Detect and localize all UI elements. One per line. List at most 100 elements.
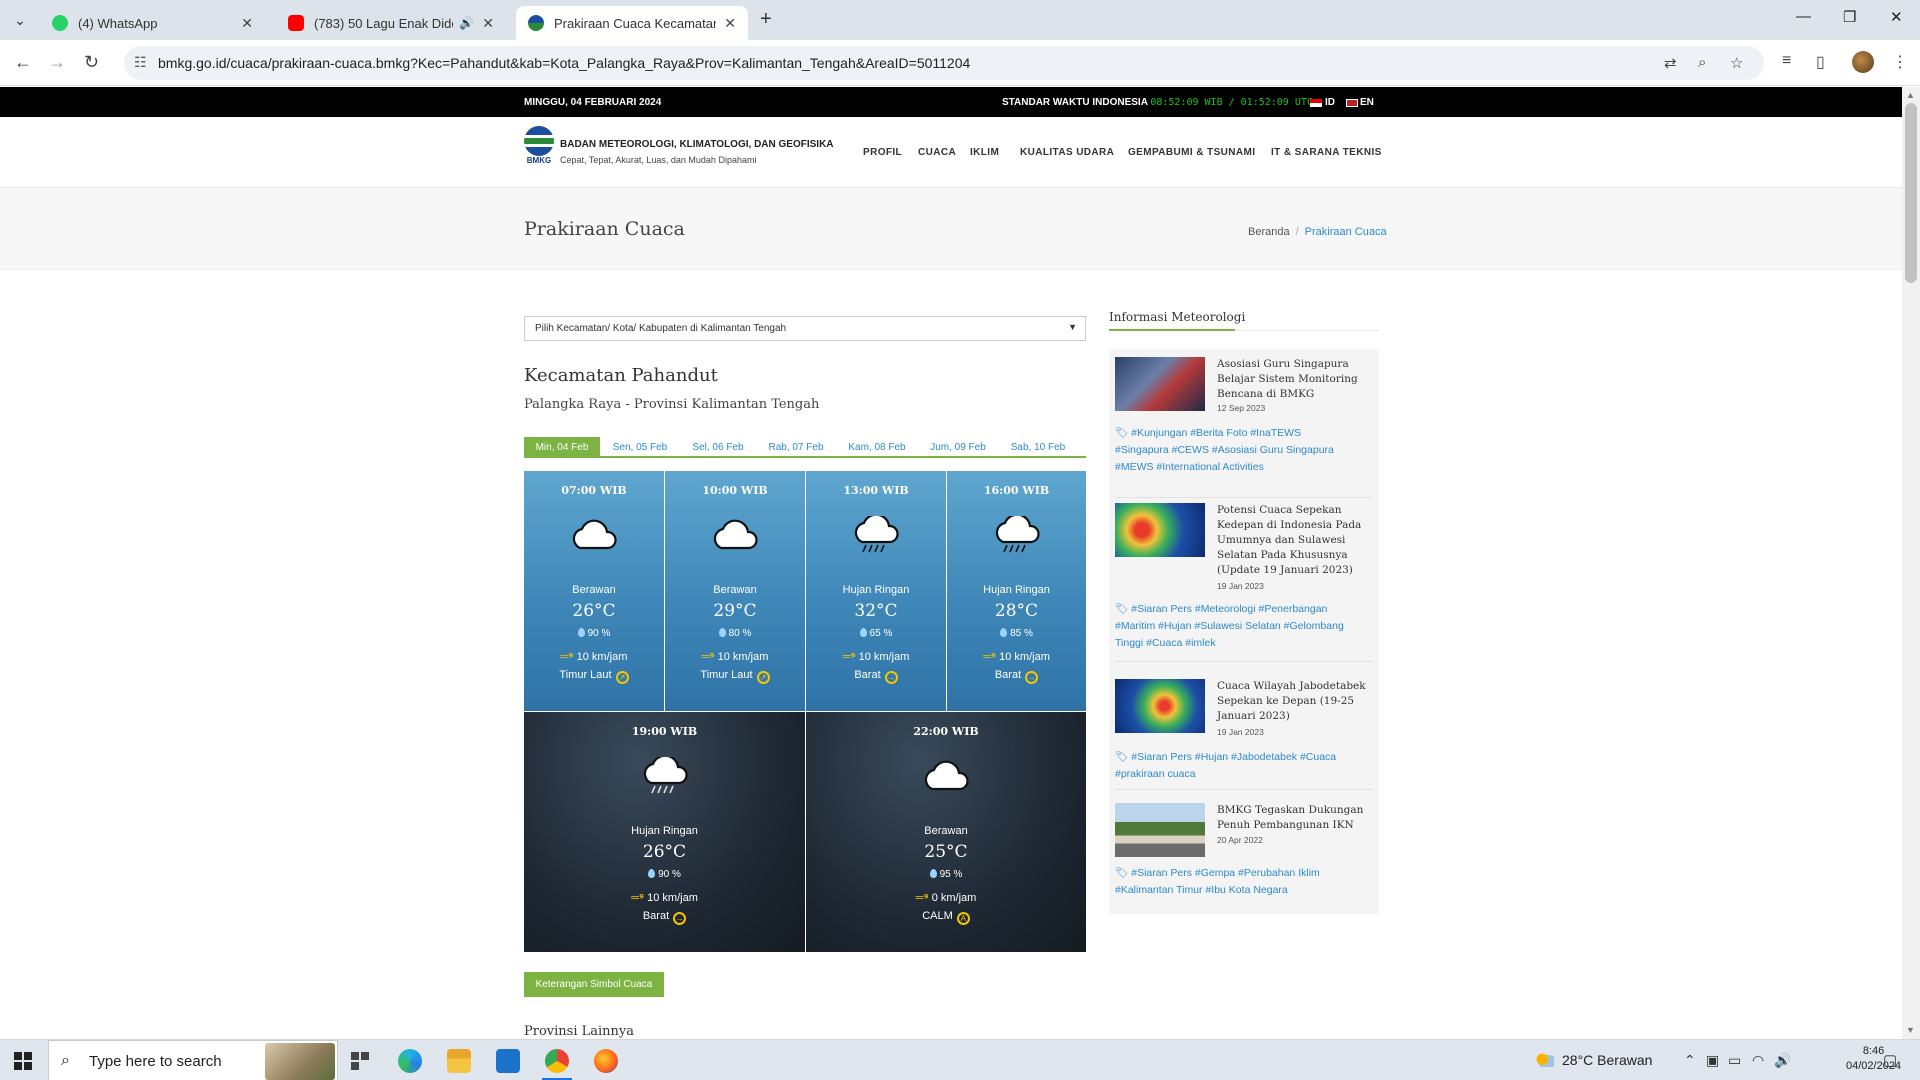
notification-icon[interactable]: ▢	[1883, 1051, 1897, 1069]
reload-icon[interactable]: ↻	[84, 52, 99, 73]
day-tab-3[interactable]: Rab, 07 Feb	[756, 437, 836, 458]
close-tab-icon[interactable]: ✕	[241, 15, 253, 32]
forecast-card-0[interactable]: 07:00 WIB Berawan 26°C 90 % ═⁹ 10 km/jam …	[524, 471, 664, 711]
tray-chevron-icon[interactable]: ⌃	[1684, 1052, 1696, 1069]
display-icon[interactable]: ▭	[1728, 1052, 1741, 1069]
flag-en-icon	[1346, 98, 1358, 107]
wifi-icon[interactable]: ◠	[1752, 1052, 1764, 1069]
cloud-icon	[924, 760, 969, 791]
omnibox[interactable]: ☷ bmkg.go.id/cuaca/prakiraan-cuaca.bmkg?…	[124, 46, 1764, 80]
bmkg-logo[interactable]: BMKG	[524, 126, 554, 166]
new-tab-icon[interactable]: +	[760, 8, 772, 31]
news-thumbnail[interactable]	[1115, 803, 1205, 857]
restore-icon[interactable]: ❐	[1843, 8, 1856, 26]
other-provinces-heading: Provinsi Lainnya	[524, 1024, 635, 1039]
menu-cuaca[interactable]: CUACA	[918, 147, 956, 158]
current-date: MINGGU, 04 FEBRUARI 2024	[524, 97, 662, 108]
rain-cloud-icon	[643, 757, 688, 794]
taskbar-search[interactable]: ⌕ Type here to search	[48, 1040, 338, 1080]
day-tab-2[interactable]: Sel, 06 Feb	[680, 437, 756, 458]
file-explorer-icon[interactable]	[447, 1049, 471, 1073]
zoom-icon[interactable]: ⌕	[1698, 54, 1706, 71]
news-item-3[interactable]: BMKG Tegaskan Dukungan Penuh Pembangunan…	[1115, 803, 1373, 913]
tag-icon: 🏷	[1115, 751, 1132, 763]
mail-icon[interactable]	[496, 1049, 520, 1073]
brand-tagline: Cepat, Tepat, Akurat, Luas, dan Mudah Di…	[560, 155, 757, 165]
news-title[interactable]: Asosiasi Guru Singapura Belajar Sistem M…	[1217, 357, 1373, 402]
wind-direction-icon: ↗	[615, 671, 629, 684]
news-title[interactable]: Potensi Cuaca Sepekan Kedepan di Indones…	[1217, 503, 1373, 578]
edge-icon[interactable]	[398, 1049, 422, 1073]
weather-symbol-legend-button[interactable]: Keterangan Simbol Cuaca	[524, 972, 664, 997]
breadcrumb-current[interactable]: Prakiraan Cuaca	[1305, 226, 1387, 238]
news-title[interactable]: Cuaca Wilayah Jabodetabek Sepekan ke Dep…	[1217, 679, 1373, 724]
scrollbar-thumb[interactable]	[1905, 103, 1917, 283]
close-tab-icon[interactable]: ✕	[482, 15, 494, 32]
forecast-card-2[interactable]: 13:00 WIB Hujan Ringan 32°C 65 % ═⁹ 10 km…	[806, 471, 946, 711]
menu-profil[interactable]: PROFIL	[863, 147, 902, 158]
forecast-card-3[interactable]: 16:00 WIB Hujan Ringan 28°C 85 % ═⁹ 10 km…	[947, 471, 1086, 711]
windows-start-icon[interactable]	[14, 1052, 32, 1070]
tab-bmkg[interactable]: Prakiraan Cuaca Kecamatan Pahandut ✕	[516, 6, 748, 40]
day-tab-1[interactable]: Sen, 05 Feb	[600, 437, 680, 458]
firefox-icon[interactable]	[594, 1049, 618, 1073]
top-info-bar: MINGGU, 04 FEBRUARI 2024 STANDAR WAKTU I…	[0, 87, 1902, 117]
news-thumbnail[interactable]	[1115, 679, 1205, 733]
wind-icon: ═⁹	[915, 892, 929, 904]
menu-gempabumi[interactable]: GEMPABUMI & TSUNAMI	[1128, 147, 1255, 158]
forecast-card-5[interactable]: 22:00 WIB Berawan 25°C 95 % ═⁹ 0 km/jam C…	[806, 712, 1086, 952]
news-date: 20 Apr 2022	[1217, 835, 1263, 845]
volume-icon[interactable]: 🔊	[1774, 1052, 1791, 1069]
meet-icon[interactable]: ▣	[1706, 1052, 1719, 1069]
day-tab-4[interactable]: Kam, 08 Feb	[836, 437, 918, 458]
site-info-icon[interactable]: ☷	[134, 54, 147, 71]
tab-whatsapp[interactable]: (4) WhatsApp ✕	[40, 6, 265, 40]
day-tab-5[interactable]: Jum, 09 Feb	[918, 437, 998, 458]
translate-icon[interactable]: ⇄	[1664, 54, 1677, 72]
news-date: 19 Jan 2023	[1217, 581, 1264, 591]
chrome-icon[interactable]	[545, 1049, 569, 1073]
rain-cloud-icon	[854, 516, 899, 553]
close-tab-icon[interactable]: ✕	[724, 15, 736, 32]
menu-it-sarana[interactable]: IT & SARANA TEKNIS	[1271, 147, 1382, 158]
more-menu-icon[interactable]: ⋮	[1892, 52, 1908, 72]
news-item-1[interactable]: Potensi Cuaca Sepekan Kedepan di Indones…	[1115, 503, 1373, 673]
speaker-icon[interactable]: 🔊	[459, 16, 474, 30]
menu-kualitas-udara[interactable]: KUALITAS UDARA	[1020, 147, 1114, 158]
news-thumbnail[interactable]	[1115, 503, 1205, 557]
menu-iklim[interactable]: IKLIM	[970, 147, 999, 158]
news-item-0[interactable]: Asosiasi Guru Singapura Belajar Sistem M…	[1115, 357, 1373, 507]
day-tab-6[interactable]: Sab, 10 Feb	[998, 437, 1078, 458]
news-thumbnail[interactable]	[1115, 357, 1205, 411]
humidity-drop-icon	[577, 628, 585, 637]
lang-en[interactable]: EN	[1346, 97, 1374, 108]
scroll-down-icon[interactable]: ▼	[1906, 1025, 1915, 1035]
news-tags: 🏷 #Siaran Pers #Hujan #Jabodetabek #Cuac…	[1115, 751, 1337, 780]
bookmark-star-icon[interactable]: ☆	[1730, 54, 1743, 72]
media-control-icon[interactable]: ≡	[1782, 52, 1791, 70]
forecast-card-4[interactable]: 19:00 WIB Hujan Ringan 26°C 90 % ═⁹ 10 km…	[524, 712, 805, 952]
forward-icon[interactable]: →	[48, 52, 66, 73]
close-window-icon[interactable]: ✕	[1890, 8, 1903, 26]
news-item-2[interactable]: Cuaca Wilayah Jabodetabek Sepekan ke Dep…	[1115, 679, 1373, 797]
back-icon[interactable]: ←	[14, 52, 32, 73]
tab-youtube[interactable]: (783) 50 Lagu Enak Didengar 🔊 ✕	[276, 6, 506, 40]
location-select[interactable]: Pilih Kecamatan/ Kota/ Kabupaten di Kali…	[524, 316, 1086, 341]
profile-avatar[interactable]	[1852, 51, 1874, 73]
task-view-icon[interactable]	[348, 1049, 372, 1073]
brand-name: BADAN METEOROLOGI, KLIMATOLOGI, DAN GEOF…	[560, 139, 834, 150]
tab-search-icon[interactable]: ⌄	[8, 8, 32, 32]
page-scrollbar[interactable]: ▲ ▼	[1902, 87, 1920, 1039]
lang-id[interactable]: ID	[1310, 97, 1335, 108]
breadcrumb-home[interactable]: Beranda	[1248, 226, 1290, 238]
page-title: Prakiraan Cuaca	[524, 218, 685, 240]
side-panel-icon[interactable]: ▯	[1816, 52, 1825, 72]
forecast-card-1[interactable]: 10:00 WIB Berawan 29°C 80 % ═⁹ 10 km/jam …	[665, 471, 805, 711]
rain-cloud-icon	[995, 516, 1040, 553]
day-tab-0[interactable]: Min, 04 Feb	[524, 437, 600, 458]
taskbar-weather[interactable]: 28°C Berawan	[1536, 1052, 1652, 1068]
scroll-up-icon[interactable]: ▲	[1906, 90, 1915, 100]
news-title[interactable]: BMKG Tegaskan Dukungan Penuh Pembangunan…	[1217, 803, 1373, 833]
minimize-icon[interactable]: —	[1796, 8, 1811, 25]
url-text[interactable]: bmkg.go.id/cuaca/prakiraan-cuaca.bmkg?Ke…	[158, 55, 970, 71]
